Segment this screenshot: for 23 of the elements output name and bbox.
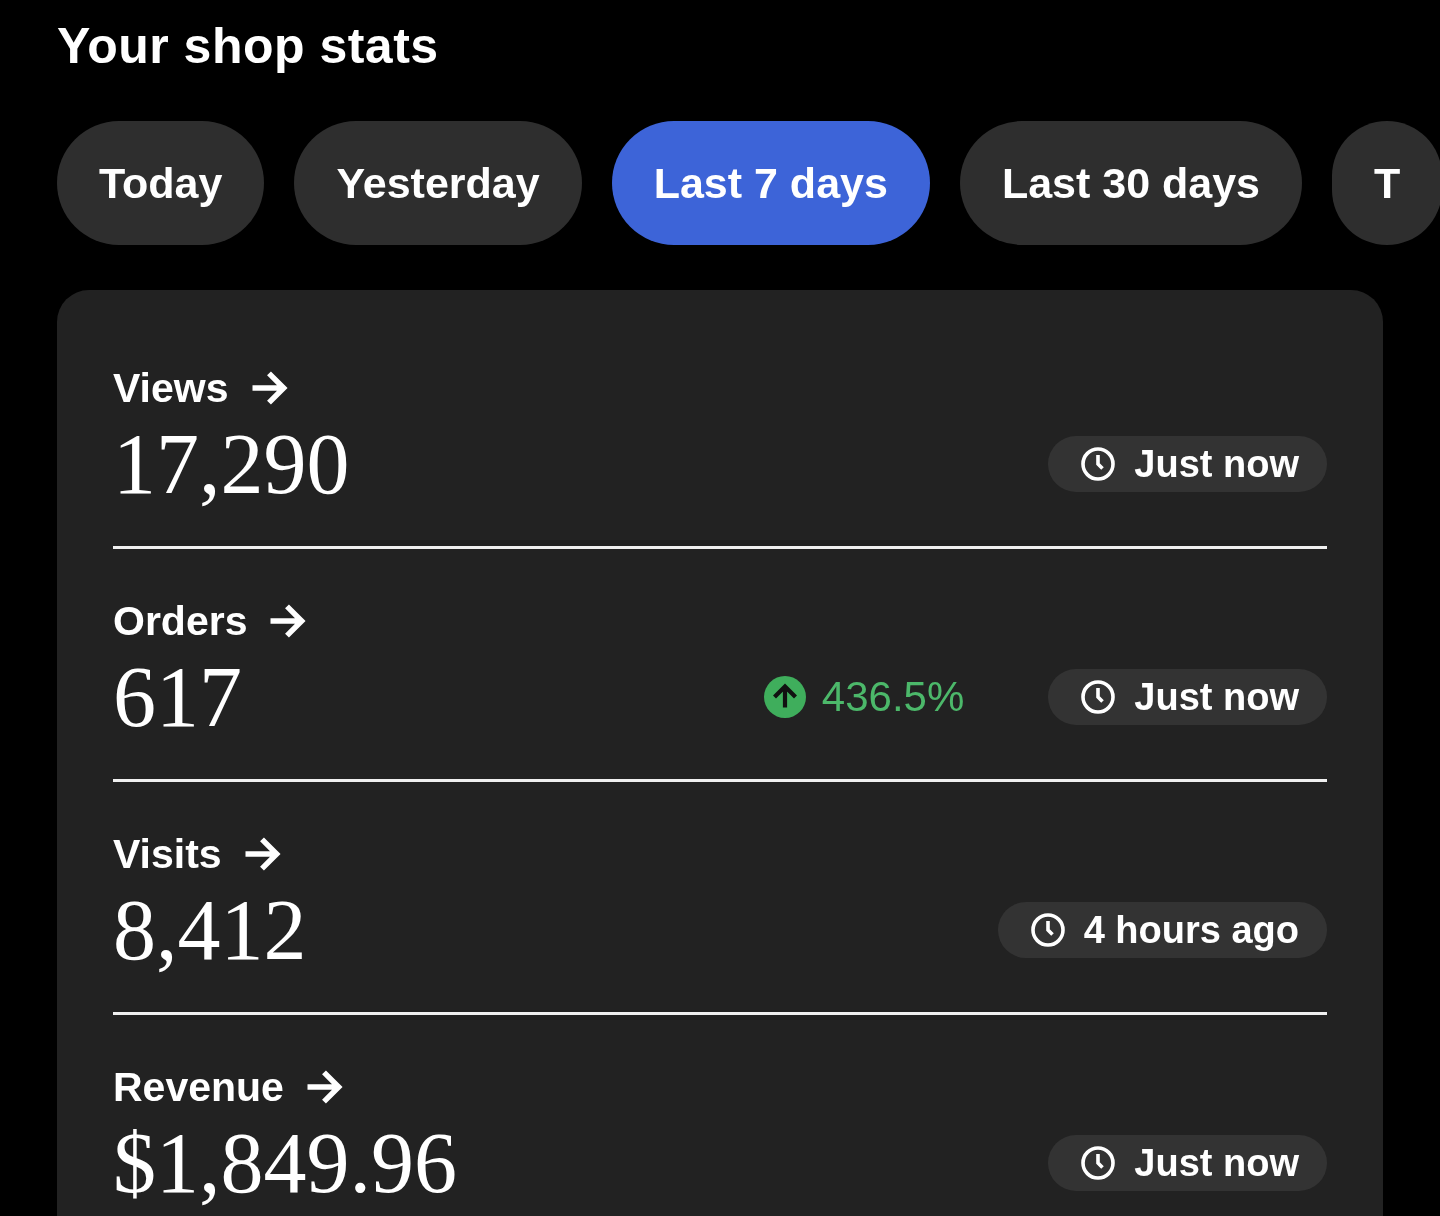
- page-title: Your shop stats: [57, 17, 440, 76]
- metric-value: 8,412: [113, 882, 307, 978]
- metric-value: 17,290: [113, 416, 350, 512]
- clock-icon: [1080, 679, 1117, 715]
- metric-value: $1,849.96: [113, 1115, 457, 1211]
- clock-icon: [1029, 912, 1066, 948]
- tab[interactable]: Today: [57, 121, 265, 245]
- change-percent: 436.5%: [821, 673, 965, 721]
- metric-link[interactable]: Views: [113, 364, 291, 412]
- updated-time: Just now: [1134, 442, 1299, 486]
- updated-time: Just now: [1134, 675, 1299, 719]
- tab[interactable]: T: [1332, 121, 1440, 245]
- metric-link[interactable]: Visits: [113, 830, 284, 878]
- updated-time: Just now: [1134, 1141, 1299, 1185]
- metric-link[interactable]: Orders: [113, 597, 310, 645]
- clock-icon: [1080, 446, 1117, 482]
- tab[interactable]: Last 7 days: [611, 121, 930, 245]
- metric-value: 617: [113, 649, 242, 745]
- tab[interactable]: Last 30 days: [959, 121, 1303, 245]
- updated-time: 4 hours ago: [1083, 908, 1299, 952]
- clock-icon: [1080, 1145, 1117, 1181]
- tab[interactable]: Yesterday: [294, 121, 582, 245]
- metric-link[interactable]: Revenue: [113, 1063, 346, 1111]
